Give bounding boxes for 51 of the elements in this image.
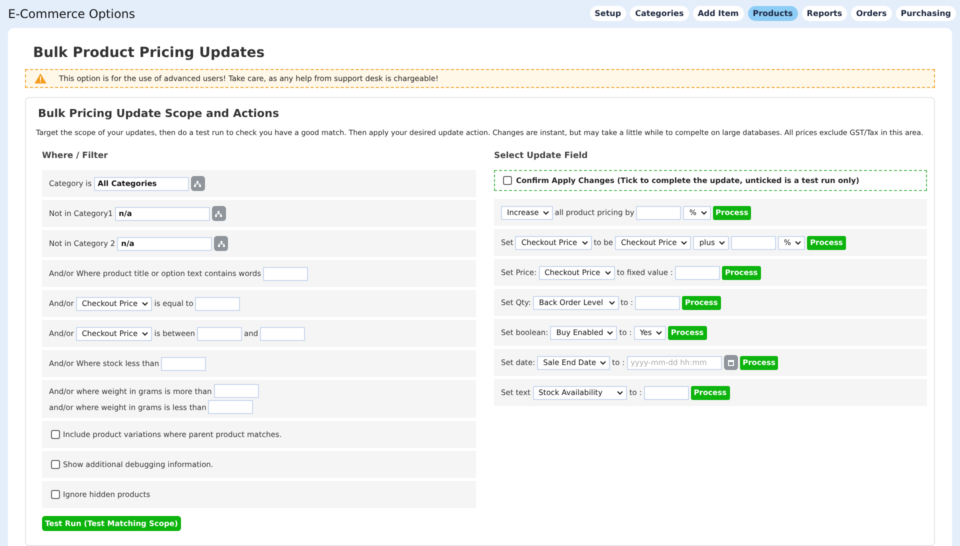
checkbox[interactable] xyxy=(503,176,512,185)
chevron-icon xyxy=(718,240,725,244)
nav-tab[interactable]: Reports xyxy=(802,6,848,21)
input-field[interactable] xyxy=(674,266,720,280)
category-picker-button[interactable] xyxy=(190,176,205,191)
input-field[interactable] xyxy=(197,326,242,340)
nav-tab[interactable]: Add Item xyxy=(692,6,744,21)
category-picker-button[interactable] xyxy=(214,236,228,251)
hierarchy-icon xyxy=(194,180,202,186)
input-field[interactable] xyxy=(644,386,689,400)
nav-tab[interactable]: Orders xyxy=(851,6,892,21)
nav-tab[interactable]: Setup xyxy=(590,6,626,21)
chevron-icon xyxy=(142,302,148,306)
page-title: Bulk Product Pricing Updates xyxy=(33,45,266,61)
chevron-icon xyxy=(700,210,707,214)
input-field[interactable] xyxy=(260,326,306,340)
warning-icon xyxy=(34,73,47,84)
input-field[interactable] xyxy=(635,296,680,310)
chevron-icon xyxy=(142,332,148,336)
checkbox[interactable] xyxy=(51,430,60,439)
chevron-icon xyxy=(617,390,624,394)
checkbox[interactable] xyxy=(51,490,60,499)
input-field[interactable] xyxy=(730,236,776,250)
section-heading: Where / Filter xyxy=(42,151,109,161)
chevron-icon xyxy=(607,330,614,334)
calendar-button[interactable] xyxy=(724,355,738,370)
nav-tab[interactable]: Categories xyxy=(630,6,689,21)
panel-title: Bulk Pricing Update Scope and Actions xyxy=(38,107,280,120)
input-field[interactable] xyxy=(195,296,240,310)
chevron-icon xyxy=(795,240,802,244)
calendar-icon xyxy=(728,360,734,366)
input-field[interactable] xyxy=(161,356,206,370)
chevron-icon xyxy=(656,330,662,334)
input-field[interactable] xyxy=(636,206,682,220)
nav-tab[interactable]: Purchasing xyxy=(896,6,956,21)
chevron-icon xyxy=(608,300,615,304)
chevron-icon xyxy=(582,240,588,244)
input-field[interactable] xyxy=(263,266,308,280)
input-field[interactable] xyxy=(214,384,259,398)
chevron-icon xyxy=(681,240,688,244)
category-picker-button[interactable] xyxy=(212,206,226,221)
hierarchy-icon xyxy=(215,210,222,216)
hierarchy-icon xyxy=(218,240,225,246)
input-field[interactable] xyxy=(208,400,254,414)
chevron-icon xyxy=(542,210,549,214)
chevron-icon xyxy=(600,360,606,364)
nav-tab[interactable]: Products xyxy=(748,6,798,21)
checkbox[interactable] xyxy=(51,460,60,469)
app-title: E-Commerce Options xyxy=(8,6,136,20)
chevron-icon xyxy=(604,270,611,274)
section-heading: Select Update Field xyxy=(494,151,589,161)
